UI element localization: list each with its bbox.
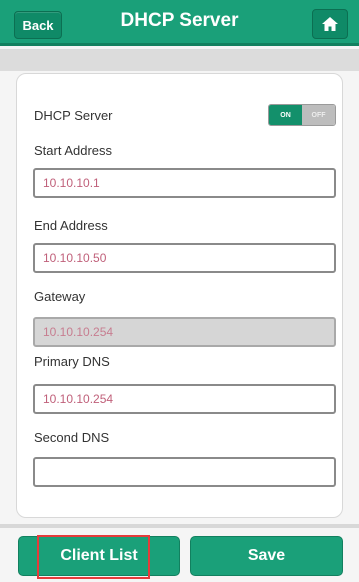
header-bar: Back DHCP Server [0, 0, 359, 46]
save-button[interactable]: Save [190, 536, 343, 576]
second-dns-input[interactable] [33, 457, 336, 487]
start-address-label: Start Address [34, 143, 113, 158]
gateway-input [33, 317, 336, 347]
toggle-off: OFF [302, 105, 335, 125]
primary-dns-label: Primary DNS [34, 354, 110, 369]
client-list-button[interactable]: Client List [18, 536, 180, 576]
dhcp-toggle[interactable]: ON OFF [268, 104, 336, 126]
end-address-label: End Address [34, 218, 108, 233]
second-dns-label: Second DNS [34, 430, 110, 445]
gateway-label: Gateway [34, 289, 86, 304]
sub-header-strip [0, 49, 359, 71]
dhcp-server-label: DHCP Server [34, 108, 113, 123]
end-address-input[interactable] [33, 243, 336, 273]
start-address-input[interactable] [33, 168, 336, 198]
footer-divider [0, 524, 359, 528]
home-button[interactable] [312, 9, 348, 39]
home-icon [322, 17, 338, 31]
toggle-on: ON [269, 105, 302, 125]
primary-dns-input[interactable] [33, 384, 336, 414]
page-title: DHCP Server [120, 10, 239, 31]
